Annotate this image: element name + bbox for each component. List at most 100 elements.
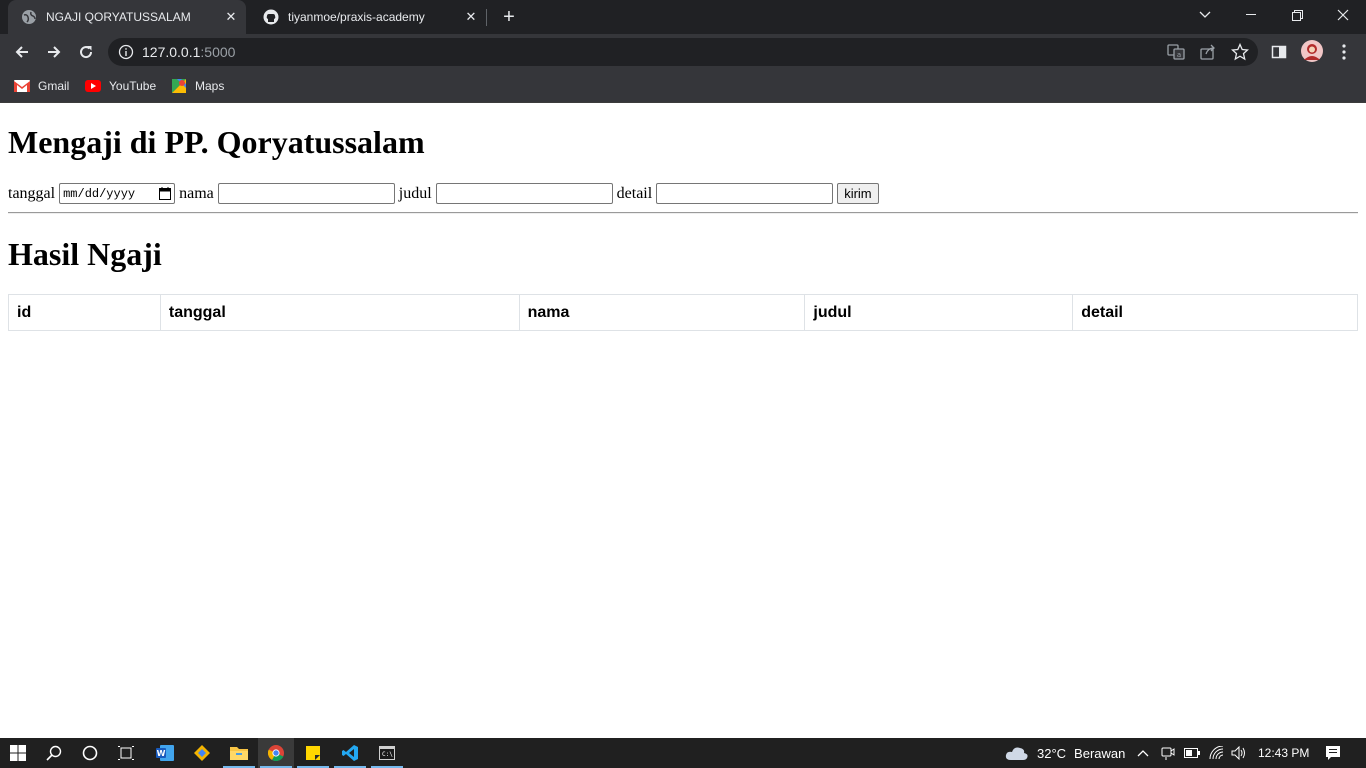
meet-now-button[interactable] [1161,738,1175,768]
nama-input[interactable] [217,183,395,204]
minimize-button[interactable] [1228,0,1274,30]
url-port: :5000 [200,44,236,60]
detail-input[interactable] [656,183,834,204]
tanggal-date-input[interactable]: mm/dd/yyyy [59,183,176,204]
close-icon[interactable]: ✕ [220,6,242,28]
tab-github[interactable]: tiyanmoe/praxis-academy ✕ [250,0,486,34]
show-hidden-icons-button[interactable] [1137,738,1149,768]
table-header-row: id tanggal nama judul detail [8,294,1358,331]
battery-button[interactable] [1184,738,1200,768]
bookmark-label: Gmail [38,79,70,93]
clock[interactable]: 12:43 PM [1258,738,1309,768]
kirim-button[interactable]: kirim [837,183,879,204]
column-header-judul: judul [804,294,1074,331]
chevron-up-icon [1137,750,1149,757]
chrome-icon [268,745,284,761]
maps-icon [171,78,187,94]
browser-tabstrip: NGAJI QORYATUSSALAM ✕ tiyanmoe/praxis-ac… [0,0,1366,34]
page-content: Mengaji di PP. Qoryatussalam tanggal mm/… [0,103,1366,738]
results-heading: Hasil Ngaji [8,236,162,272]
cloud-icon [1005,747,1028,760]
column-header-tanggal: tanggal [159,294,520,331]
menu-icon[interactable] [1334,42,1354,62]
minimize-icon [1246,14,1256,15]
tab-ngaji[interactable]: NGAJI QORYATUSSALAM ✕ [8,0,246,34]
close-icon[interactable]: ✕ [460,6,482,28]
side-panel-icon[interactable] [1269,42,1289,62]
task-view-icon [118,746,134,760]
taskbar-file-explorer[interactable] [221,738,257,768]
bookmark-label: YouTube [109,79,157,93]
avatar[interactable] [1301,40,1323,62]
taskbar-sticky-notes[interactable] [295,738,331,768]
tanggal-label: tanggal [8,184,56,202]
tab-search-button[interactable] [1182,0,1228,30]
new-tab-button[interactable]: + [497,5,521,29]
tab-title: NGAJI QORYATUSSALAM [46,10,191,24]
taskbar-word[interactable]: W [147,738,183,768]
wifi-icon [1209,746,1224,760]
cortana-icon [82,745,98,761]
restore-button[interactable] [1274,0,1320,30]
translate-icon[interactable]: a [1166,42,1186,62]
bookmark-gmail[interactable]: Gmail [14,76,69,96]
url-text: 127.0.0.1:5000 [142,44,235,60]
detail-label: detail [616,184,653,202]
share-icon[interactable] [1198,42,1218,62]
judul-input[interactable] [435,183,613,204]
notification-button[interactable] [1325,738,1341,768]
taskbar: W C:\ 32°C Berawan 12:43 PM [0,738,1366,768]
bookmark-label: Maps [195,79,225,93]
taskbar-chrome[interactable] [258,738,294,768]
volume-button[interactable] [1231,738,1247,768]
page-title: Mengaji di PP. Qoryatussalam [8,124,425,160]
browser-toolbar: 127.0.0.1:5000 a [0,34,1366,70]
bookmark-youtube[interactable]: YouTube [85,76,156,96]
speaker-icon [1231,746,1245,760]
address-bar[interactable]: 127.0.0.1:5000 [108,38,1258,66]
gmail-icon [14,78,30,94]
network-button[interactable] [1209,738,1225,768]
youtube-icon [85,78,101,94]
git-icon [194,745,210,761]
task-view-button[interactable] [108,738,144,768]
bookmarks-bar: Gmail YouTube Maps [0,70,1366,103]
url-host: 127.0.0.1 [142,44,201,60]
close-window-button[interactable] [1320,0,1366,30]
github-icon [263,9,279,25]
nama-label: nama [179,184,214,202]
column-header-detail: detail [1072,294,1358,331]
tab-title: tiyanmoe/praxis-academy [288,10,425,24]
forward-button[interactable] [39,37,69,67]
cortana-button[interactable] [72,738,108,768]
close-icon [1337,9,1349,21]
restore-icon [1291,9,1303,21]
terminal-icon: C:\ [379,746,395,760]
date-placeholder: mm/dd/yyyy [63,186,136,201]
results-table: id tanggal nama judul detail [8,294,1358,331]
entry-form: tanggal mm/dd/yyyy nama judul detail kir… [8,183,879,204]
search-button[interactable] [36,738,72,768]
tab-divider [486,9,487,26]
svg-text:W: W [157,749,166,758]
bookmark-maps[interactable]: Maps [171,76,224,96]
weather-text: Berawan [1074,745,1126,761]
svg-text:a: a [1177,51,1181,59]
notification-icon [1326,746,1340,760]
search-icon [46,745,62,761]
back-button[interactable] [7,37,37,67]
battery-icon [1184,748,1200,758]
start-button[interactable] [0,738,36,768]
taskbar-vscode[interactable] [332,738,368,768]
star-icon[interactable] [1230,42,1250,62]
weather-widget[interactable]: 32°C Berawan [1005,738,1125,768]
column-header-nama: nama [518,294,806,331]
taskbar-terminal[interactable]: C:\ [369,738,405,768]
info-icon[interactable] [118,44,134,60]
svg-text:C:\: C:\ [382,751,393,758]
judul-label: judul [398,184,432,202]
meet-now-icon [1161,747,1175,760]
reload-button[interactable] [71,37,101,67]
calendar-icon[interactable] [159,187,172,200]
taskbar-git[interactable] [184,738,220,768]
